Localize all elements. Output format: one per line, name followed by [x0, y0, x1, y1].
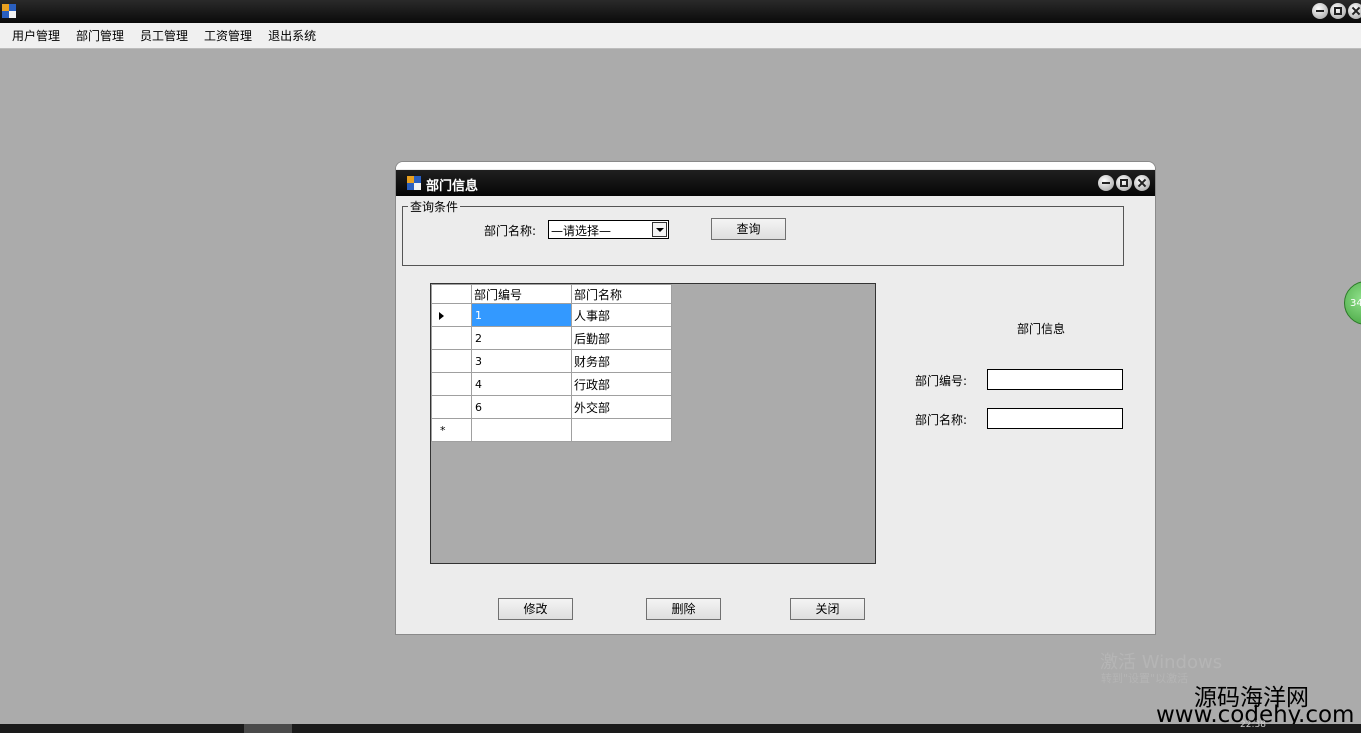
- dept-name-filter-label: 部门名称:: [484, 224, 537, 238]
- chevron-down-icon[interactable]: [652, 222, 667, 237]
- cell-dept-name[interactable]: 外交部: [571, 395, 672, 419]
- dialog-window-controls: [1098, 175, 1150, 191]
- cell-dept-name[interactable]: 财务部: [571, 349, 672, 373]
- floating-widget[interactable]: 34: [1344, 281, 1361, 325]
- search-button[interactable]: 查询: [711, 218, 786, 240]
- query-condition-group: 查询条件 部门名称: —请选择— 查询: [402, 198, 1124, 266]
- grid-corner-header: [431, 284, 472, 304]
- cell-dept-id[interactable]: [471, 418, 572, 442]
- main-titlebar: [0, 0, 1361, 23]
- department-table: 部门编号 部门名称 1 人事部 2 后勤部 3 财务部 4 行政部 6 外交部 …: [431, 284, 672, 442]
- dept-name-combobox[interactable]: —请选择—: [548, 220, 669, 239]
- table-row[interactable]: 6 外交部: [431, 395, 672, 419]
- column-header-dept-name[interactable]: 部门名称: [571, 284, 672, 304]
- table-row[interactable]: 3 财务部: [431, 349, 672, 373]
- dialog-close-icon[interactable]: [1134, 175, 1150, 191]
- cell-dept-id[interactable]: 4: [471, 372, 572, 396]
- row-header[interactable]: *: [431, 418, 472, 442]
- cell-dept-name[interactable]: [571, 418, 672, 442]
- new-row[interactable]: *: [431, 418, 672, 442]
- detail-heading: 部门信息: [1017, 322, 1066, 336]
- modify-button[interactable]: 修改: [498, 598, 573, 620]
- menubar: 用户管理 部门管理 员工管理 工资管理 退出系统: [0, 23, 1361, 49]
- dept-name-field[interactable]: [987, 408, 1123, 429]
- menu-exit-system[interactable]: 退出系统: [260, 24, 324, 48]
- delete-button[interactable]: 删除: [646, 598, 721, 620]
- row-header[interactable]: [431, 372, 472, 396]
- dialog-title: 部门信息: [426, 179, 479, 194]
- cell-dept-id[interactable]: 3: [471, 349, 572, 373]
- menu-employee-management[interactable]: 员工管理: [132, 24, 196, 48]
- dialog-maximize-icon[interactable]: [1116, 175, 1132, 191]
- main-window-controls: [1312, 3, 1361, 19]
- menu-user-management[interactable]: 用户管理: [4, 24, 68, 48]
- dept-id-field[interactable]: [987, 369, 1123, 390]
- grid-header-row: 部门编号 部门名称: [431, 284, 672, 304]
- current-row-arrow-icon: [439, 312, 444, 320]
- row-header[interactable]: [431, 303, 472, 327]
- row-header[interactable]: [431, 349, 472, 373]
- detail-dept-name-label: 部门名称:: [915, 413, 968, 427]
- column-header-dept-id[interactable]: 部门编号: [471, 284, 572, 304]
- taskbar-app-button[interactable]: [244, 724, 292, 733]
- cell-dept-name[interactable]: 人事部: [571, 303, 672, 327]
- cell-dept-id[interactable]: 6: [471, 395, 572, 419]
- cell-dept-id[interactable]: 2: [471, 326, 572, 350]
- cell-dept-id[interactable]: 1: [471, 303, 572, 327]
- new-row-marker: *: [440, 424, 446, 437]
- detail-dept-id-label: 部门编号:: [915, 374, 968, 388]
- menu-department-management[interactable]: 部门管理: [68, 24, 132, 48]
- dialog-app-icon: [407, 176, 421, 190]
- close-button[interactable]: 关闭: [790, 598, 865, 620]
- taskbar-clock: 22:38: [1240, 720, 1266, 730]
- app-icon: [2, 4, 16, 18]
- department-info-dialog: 部门信息 查询条件 部门名称: —请选择— 查询 部门编号 部门名称 1 人事部…: [395, 161, 1156, 635]
- menu-salary-management[interactable]: 工资管理: [196, 24, 260, 48]
- taskbar: 22:38: [0, 720, 1361, 733]
- table-row[interactable]: 2 后勤部: [431, 326, 672, 350]
- dialog-minimize-icon[interactable]: [1098, 175, 1114, 191]
- close-icon[interactable]: [1348, 3, 1361, 19]
- dept-name-combobox-value: —请选择—: [551, 224, 612, 238]
- table-row[interactable]: 1 人事部: [431, 303, 672, 327]
- table-row[interactable]: 4 行政部: [431, 372, 672, 396]
- row-header[interactable]: [431, 395, 472, 419]
- department-grid[interactable]: 部门编号 部门名称 1 人事部 2 后勤部 3 财务部 4 行政部 6 外交部 …: [430, 283, 876, 564]
- minimize-icon[interactable]: [1312, 3, 1328, 19]
- query-group-title: 查询条件: [408, 198, 461, 215]
- cell-dept-name[interactable]: 行政部: [571, 372, 672, 396]
- maximize-icon[interactable]: [1330, 3, 1346, 19]
- dialog-titlebar[interactable]: 部门信息: [396, 170, 1155, 196]
- row-header[interactable]: [431, 326, 472, 350]
- cell-dept-name[interactable]: 后勤部: [571, 326, 672, 350]
- activate-windows-subtext: 转到"设置"以激活: [1101, 672, 1189, 685]
